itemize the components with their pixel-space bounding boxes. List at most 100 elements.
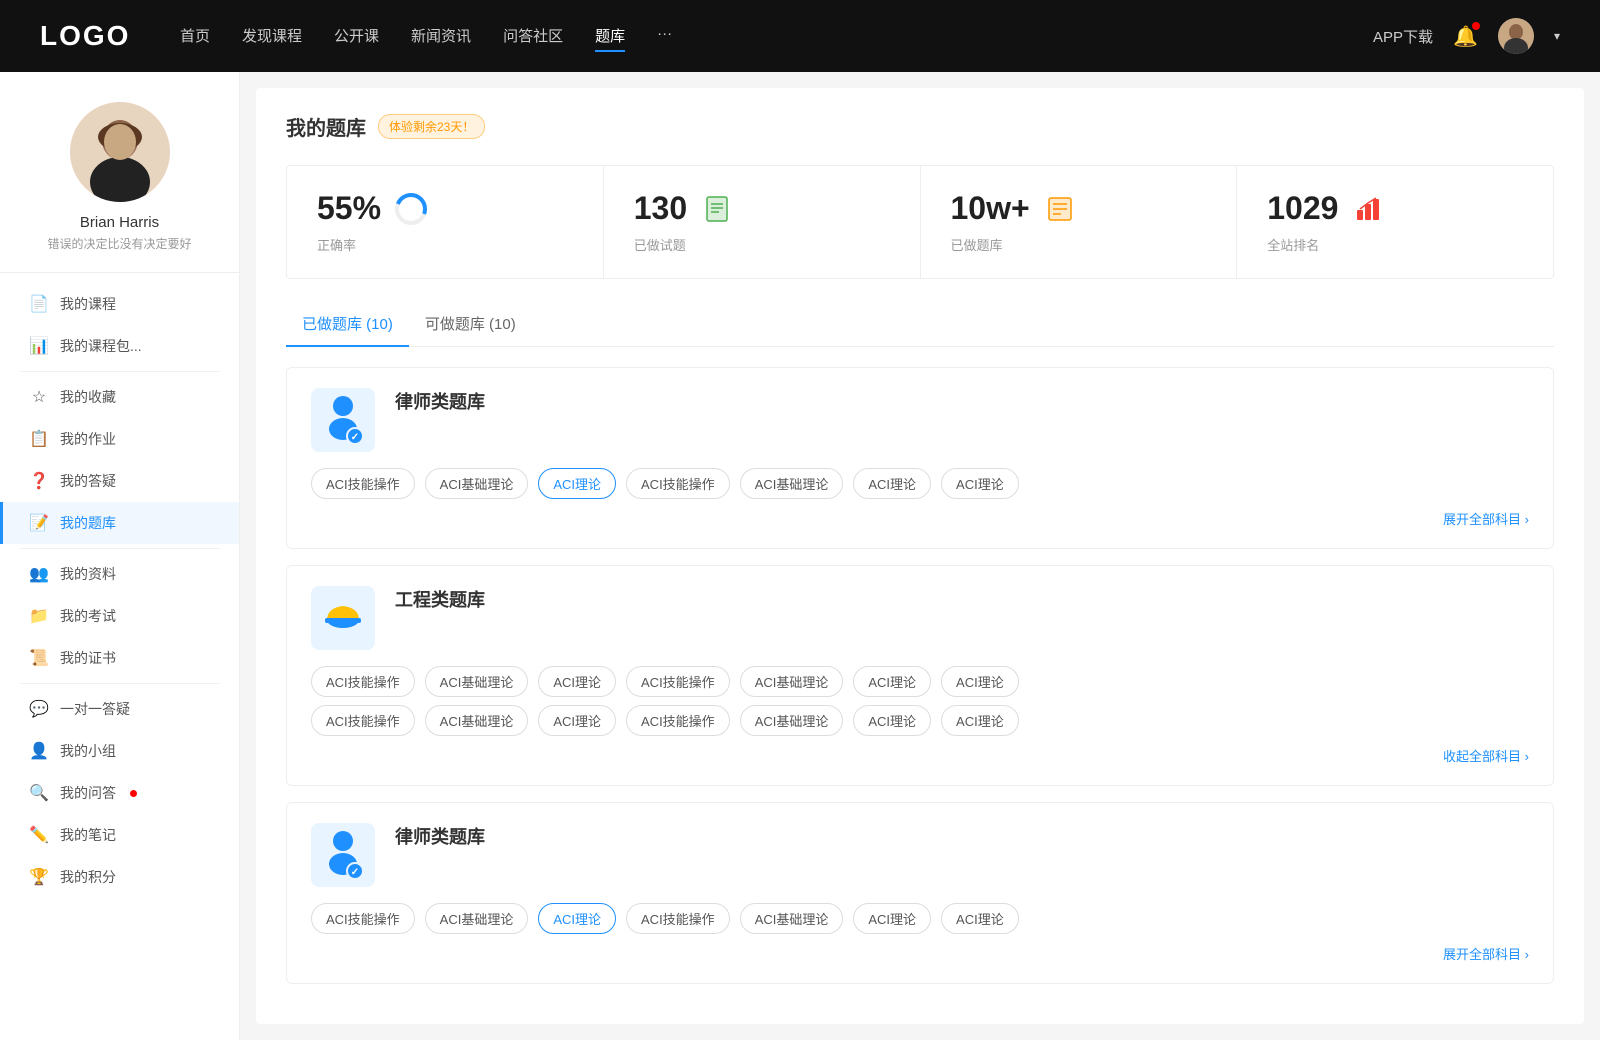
chat-icon: 💬 <box>30 700 48 718</box>
page-title: 我的题库 <box>286 112 366 141</box>
nav-discover[interactable]: 发现课程 <box>242 21 302 52</box>
sidebar-item-qbank-label: 我的题库 <box>60 513 116 533</box>
stat-accuracy: 55% 正确率 <box>287 166 604 278</box>
qbank-card-1-tags-row2: ACI技能操作 ACI基础理论 ACI理论 ACI技能操作 ACI基础理论 AC… <box>311 705 1529 736</box>
qbank-card-0-expand[interactable]: 展开全部科目 › <box>311 509 1529 528</box>
sidebar-item-points[interactable]: 🏆 我的积分 <box>0 856 239 898</box>
tag-1-3[interactable]: ACI技能操作 <box>626 666 730 697</box>
tag-2-5[interactable]: ACI理论 <box>853 903 931 934</box>
qbank-card-1-title: 工程类题库 <box>395 586 485 612</box>
nav-qa[interactable]: 问答社区 <box>503 21 563 52</box>
qbank-card-0-title: 律师类题库 <box>395 388 485 414</box>
sidebar-item-coursepack[interactable]: 📊 我的课程包... <box>0 325 239 367</box>
tag-1-7[interactable]: ACI技能操作 <box>311 705 415 736</box>
tab-available[interactable]: 可做题库 (10) <box>409 303 532 346</box>
profile-avatar <box>70 102 170 202</box>
sidebar-item-1on1[interactable]: 💬 一对一答疑 <box>0 688 239 730</box>
stat-banks-label: 已做题库 <box>951 235 1207 254</box>
points-icon: 🏆 <box>30 868 48 886</box>
sidebar-item-mycourse[interactable]: 📄 我的课程 <box>0 283 239 325</box>
nav-question-bank[interactable]: 题库 <box>595 21 625 52</box>
stat-accuracy-value: 55% <box>317 190 381 227</box>
tag-1-0[interactable]: ACI技能操作 <box>311 666 415 697</box>
nav-home[interactable]: 首页 <box>180 21 210 52</box>
qbank-card-1-collapse[interactable]: 收起全部科目 › <box>311 746 1529 765</box>
group-icon: 👤 <box>30 742 48 760</box>
stat-done-label: 已做试题 <box>634 235 890 254</box>
tag-1-2[interactable]: ACI理论 <box>538 666 616 697</box>
notification-bell[interactable]: 🔔 <box>1453 24 1478 49</box>
stat-rank: 1029 全站排名 <box>1237 166 1553 278</box>
sidebar-item-favorites[interactable]: ☆ 我的收藏 <box>0 376 239 418</box>
sidebar-item-group[interactable]: 👤 我的小组 <box>0 730 239 772</box>
tag-2-1[interactable]: ACI基础理论 <box>425 903 529 934</box>
app-download[interactable]: APP下载 <box>1373 26 1433 47</box>
nav-opencourse[interactable]: 公开课 <box>334 21 379 52</box>
qbank-card-0-info: 律师类题库 <box>395 388 485 414</box>
stat-rank-top: 1029 <box>1267 190 1523 227</box>
tag-1-12[interactable]: ACI理论 <box>853 705 931 736</box>
sidebar-item-materials[interactable]: 👥 我的资料 <box>0 553 239 595</box>
stat-rank-label: 全站排名 <box>1267 235 1523 254</box>
sidebar-item-questions[interactable]: ❓ 我的答疑 <box>0 460 239 502</box>
qbank-card-2: ✓ 律师类题库 ACI技能操作 ACI基础理论 ACI理论 ACI技能操作 AC… <box>286 802 1554 984</box>
pie-chart-icon <box>393 191 429 227</box>
qbank-card-2-icon: ✓ <box>311 823 375 887</box>
main-content: 我的题库 体验剩余23天！ 55% <box>256 88 1584 1024</box>
qbank-card-2-expand[interactable]: 展开全部科目 › <box>311 944 1529 963</box>
table-icon: 📝 <box>30 514 48 532</box>
tag-1-8[interactable]: ACI基础理论 <box>425 705 529 736</box>
tag-2-6[interactable]: ACI理论 <box>941 903 1019 934</box>
sidebar-item-group-label: 我的小组 <box>60 741 116 761</box>
user-avatar[interactable] <box>1498 18 1534 54</box>
tag-0-0[interactable]: ACI技能操作 <box>311 468 415 499</box>
tag-1-11[interactable]: ACI基础理论 <box>740 705 844 736</box>
tag-2-0[interactable]: ACI技能操作 <box>311 903 415 934</box>
sidebar-profile: Brian Harris 错误的决定比没有决定要好 <box>0 72 239 273</box>
tag-2-3[interactable]: ACI技能操作 <box>626 903 730 934</box>
tag-2-4[interactable]: ACI基础理论 <box>740 903 844 934</box>
tabs: 已做题库 (10) 可做题库 (10) <box>286 303 1554 347</box>
qbank-card-1: 工程类题库 ACI技能操作 ACI基础理论 ACI理论 ACI技能操作 ACI基… <box>286 565 1554 786</box>
tag-1-13[interactable]: ACI理论 <box>941 705 1019 736</box>
navbar-right: APP下载 🔔 ▾ <box>1373 18 1560 54</box>
avatar-image <box>1498 18 1534 54</box>
sidebar-item-homework[interactable]: 📋 我的作业 <box>0 418 239 460</box>
tag-1-1[interactable]: ACI基础理论 <box>425 666 529 697</box>
sidebar-item-certificate[interactable]: 📜 我的证书 <box>0 637 239 679</box>
stat-rank-value: 1029 <box>1267 190 1338 227</box>
qbank-card-2-tags: ACI技能操作 ACI基础理论 ACI理论 ACI技能操作 ACI基础理论 AC… <box>311 903 1529 934</box>
stat-banks-value: 10w+ <box>951 190 1030 227</box>
tag-1-6[interactable]: ACI理论 <box>941 666 1019 697</box>
sidebar-item-exam-label: 我的考试 <box>60 606 116 626</box>
sidebar-item-myqa[interactable]: 🔍 我的问答 <box>0 772 239 814</box>
qbank-card-1-info: 工程类题库 <box>395 586 485 612</box>
sidebar-item-homework-label: 我的作业 <box>60 429 116 449</box>
sidebar-item-exam[interactable]: 📁 我的考试 <box>0 595 239 637</box>
stat-done-value: 130 <box>634 190 687 227</box>
tag-0-1[interactable]: ACI基础理论 <box>425 468 529 499</box>
tag-0-2[interactable]: ACI理论 <box>538 468 616 499</box>
tag-0-6[interactable]: ACI理论 <box>941 468 1019 499</box>
tag-0-3[interactable]: ACI技能操作 <box>626 468 730 499</box>
qbank-card-1-icon <box>311 586 375 650</box>
sidebar-item-notes[interactable]: ✏️ 我的笔记 <box>0 814 239 856</box>
sidebar-item-notes-label: 我的笔记 <box>60 825 116 845</box>
nav-more[interactable]: ··· <box>657 21 672 52</box>
nav-news[interactable]: 新闻资讯 <box>411 21 471 52</box>
tag-2-2[interactable]: ACI理论 <box>538 903 616 934</box>
tag-0-4[interactable]: ACI基础理论 <box>740 468 844 499</box>
stat-done-top: 130 <box>634 190 890 227</box>
user-menu-chevron[interactable]: ▾ <box>1554 29 1560 43</box>
tab-done[interactable]: 已做题库 (10) <box>286 303 409 346</box>
tag-1-5[interactable]: ACI理论 <box>853 666 931 697</box>
sidebar-item-myqa-label: 我的问答 <box>60 783 116 803</box>
sidebar-item-1on1-label: 一对一答疑 <box>60 699 130 719</box>
tag-1-4[interactable]: ACI基础理论 <box>740 666 844 697</box>
sidebar-item-qbank[interactable]: 📝 我的题库 <box>0 502 239 544</box>
logo: LOGO <box>40 20 140 52</box>
tag-0-5[interactable]: ACI理论 <box>853 468 931 499</box>
tag-1-10[interactable]: ACI技能操作 <box>626 705 730 736</box>
sidebar-item-certificate-label: 我的证书 <box>60 648 116 668</box>
tag-1-9[interactable]: ACI理论 <box>538 705 616 736</box>
